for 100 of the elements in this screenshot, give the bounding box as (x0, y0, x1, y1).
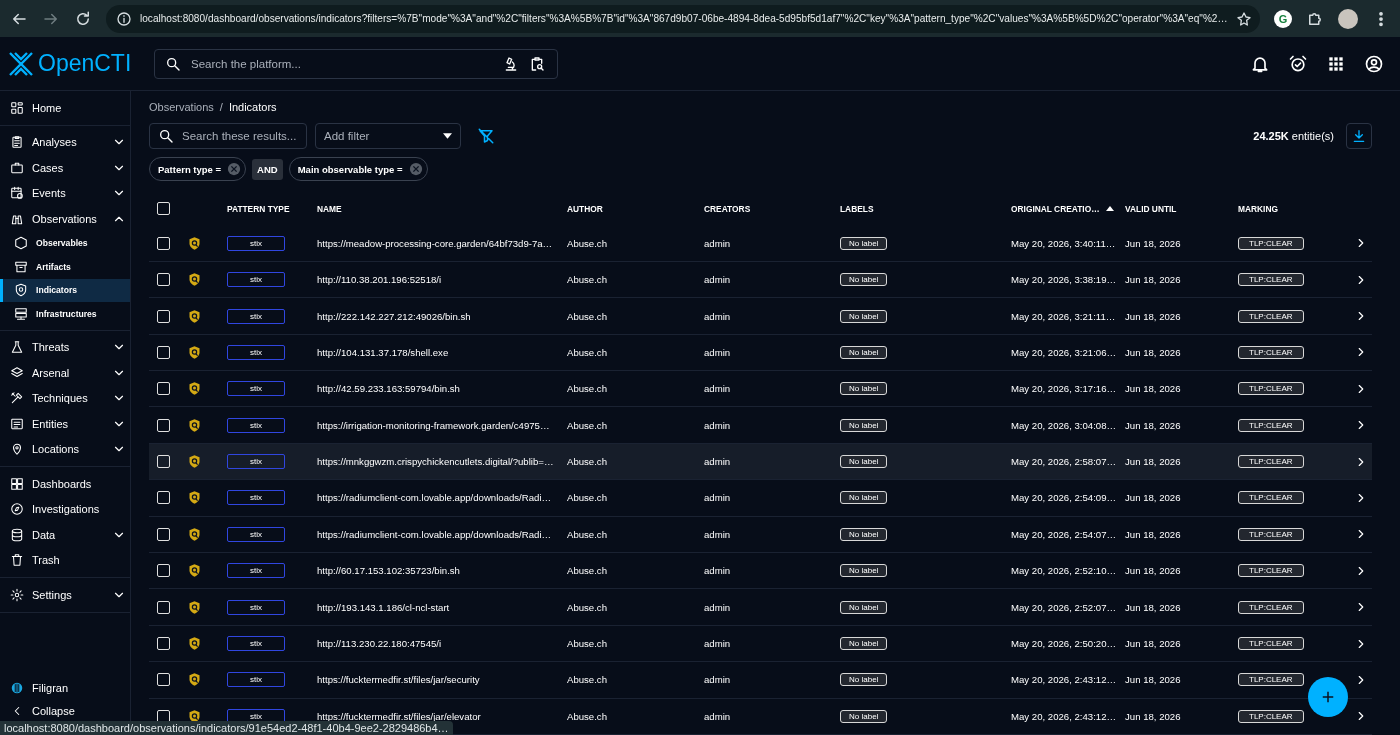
table-cell-text: Jun 18, 2026 (1125, 237, 1182, 249)
logo-icon[interactable] (8, 50, 34, 77)
row-checkbox[interactable] (157, 236, 170, 250)
shield-icon (187, 417, 202, 433)
sidebar-subitem[interactable]: Indicators (0, 278, 130, 302)
indicator-name: https://mnkggwzm.crispychickencutlets.digital/?ublib=… (317, 456, 555, 468)
search-field[interactable]: Search the platform... (154, 48, 558, 79)
sidebar-item[interactable]: Cases (0, 155, 130, 181)
app-logo[interactable]: OpenCTI (38, 50, 132, 77)
clipboard-search-icon[interactable] (529, 55, 545, 72)
row-checkbox[interactable] (157, 637, 170, 650)
sidebar-item[interactable]: Threats (0, 334, 130, 360)
star-icon[interactable] (1235, 10, 1252, 27)
row-checkbox[interactable] (157, 382, 170, 396)
select-all-checkbox[interactable] (157, 202, 170, 216)
label-badge: No label (840, 418, 888, 432)
avatar[interactable] (1338, 8, 1358, 29)
label-badge: No label (840, 600, 888, 614)
column-header[interactable]: CREATORS (704, 203, 840, 214)
sort-ascending-icon[interactable] (1105, 206, 1114, 212)
sidebar-item[interactable]: Arsenal (0, 360, 130, 386)
download-button[interactable] (1346, 122, 1372, 149)
breadcrumb-link[interactable]: Indicators (228, 100, 277, 113)
column-header[interactable]: MARKING (1238, 203, 1350, 214)
column-header[interactable]: AUTHOR (567, 203, 704, 214)
marking-badge: TLP:CLEAR (1238, 345, 1304, 359)
table-cell-text: admin (704, 346, 732, 358)
sidebar-item[interactable]: Locations (0, 436, 130, 462)
table-row[interactable]: stix http://113.230.22.180:47545/i Abuse.ch admin No label May 20, 2026, 2:50:20… Jun 18, 2026 TLP:CLEAR (149, 625, 1372, 663)
row-checkbox[interactable] (157, 309, 170, 323)
sidebar-item[interactable]: Entities (0, 411, 130, 437)
table-row[interactable]: stix http://222.142.227.212:49026/bin.sh Abuse.ch admin No label May 20, 2026, 3:21:11… Jun 18, 2026 TLP:CLEAR (149, 298, 1372, 335)
column-header[interactable]: PATTERN TYPE (227, 203, 317, 214)
row-checkbox[interactable] (157, 600, 170, 614)
clear-filters-icon[interactable] (477, 126, 495, 145)
pattern-type-badge: stix (227, 599, 285, 615)
sidebar-item[interactable]: Trash (0, 547, 130, 573)
column-header[interactable]: LABELS (840, 203, 1011, 214)
row-checkbox[interactable] (157, 564, 170, 578)
sidebar-item[interactable]: Settings (0, 582, 130, 608)
column-header[interactable]: ORIGINAL CREATIO… (1011, 203, 1125, 214)
address-bar[interactable]: localhost:8080/dashboard/observations/indicators?filters=%7B"mode"%3A"and"%2C"filters"%3A%5B%7B"id"%3A"867d9b07-06be-4894-8dea-5d95bf5d1af7"%2C"key"%3A"pattern_type"%2C"values"%3A%5B%5D%2C"operator"%3A"eq"%2… (106, 4, 1260, 33)
table-row[interactable]: stix http://193.143.1.186/cl-ncl-start Abuse.ch admin No label May 20, 2026, 2:52:07… Jun 18, 2026 TLP:CLEAR (149, 589, 1372, 626)
table-row[interactable]: stix http://104.131.37.178/shell.exe Abuse.ch admin No label May 20, 2026, 3:21:06… Jun 18, 2026 TLP:CLEAR (149, 334, 1372, 372)
table-cell-text: Abuse.ch (567, 274, 608, 286)
search-input[interactable]: Search these results... (182, 129, 298, 142)
marking-badge: TLP:CLEAR (1238, 673, 1304, 687)
table-row[interactable]: stix https://irrigation-monitoring-framework.garden/c4975… Abuse.ch admin No label May 20, 2026, 3:04:08… Jun 18, 2026 TLP:CLEAR (149, 407, 1372, 444)
search-field[interactable]: Search these results... (149, 122, 307, 149)
table-row[interactable]: stix http://42.59.233.163:59794/bin.sh Abuse.ch admin No label May 20, 2026, 3:17:16… Jun 18, 2026 TLP:CLEAR (149, 371, 1372, 408)
add-button[interactable] (1308, 677, 1348, 717)
shield-icon (187, 526, 202, 542)
remove-icon[interactable] (408, 162, 423, 177)
marking-badge: TLP:CLEAR (1238, 418, 1304, 432)
sidebar-item[interactable]: Data (0, 522, 130, 548)
microscope-icon[interactable] (503, 55, 519, 72)
table-cell-text: May 20, 2026, 3:21:11… (1011, 310, 1117, 322)
filter-operator[interactable]: AND (252, 158, 283, 180)
table-cell-text: May 20, 2026, 2:43:12… (1011, 710, 1118, 722)
row-checkbox[interactable] (157, 345, 170, 359)
sidebar-subitem[interactable]: Infrastructures (0, 302, 130, 326)
table-cell-text: May 20, 2026, 2:50:20… (1011, 638, 1118, 649)
sidebar-item[interactable]: Observations (0, 206, 130, 232)
sidebar-subitem[interactable]: Artifacts (0, 255, 130, 279)
marking-badge: TLP:CLEAR (1238, 455, 1304, 469)
filter-dropdown[interactable]: Add filter (315, 122, 461, 149)
sidebar-item[interactable]: Dashboards (0, 471, 130, 497)
column-header[interactable]: NAME (317, 203, 567, 214)
collapse-button[interactable]: Collapse (0, 703, 130, 719)
table-row[interactable]: stix http://110.38.201.196:52518/i Abuse.ch admin No label May 20, 2026, 3:38:19… Jun 18, 2026 TLP:CLEAR (149, 261, 1372, 299)
sidebar-item[interactable]: Home (0, 95, 130, 121)
reload-icon[interactable] (74, 9, 92, 28)
remove-icon[interactable] (227, 162, 242, 177)
breadcrumb-link[interactable]: Observations (149, 100, 214, 113)
sidebar-item[interactable]: Events (0, 180, 130, 206)
search-input[interactable]: Search the platform... (191, 57, 493, 70)
sidebar-item[interactable]: Analyses (0, 129, 130, 155)
column-header[interactable]: VALID UNTIL (1125, 203, 1238, 214)
row-checkbox[interactable] (157, 527, 170, 541)
table-row[interactable]: stix http://60.17.153.102:35723/bin.sh Abuse.ch admin No label May 20, 2026, 2:52:10… Jun 18, 2026 TLP:CLEAR (149, 553, 1372, 590)
row-checkbox[interactable] (157, 455, 170, 469)
row-checkbox[interactable] (157, 418, 170, 432)
row-checkbox[interactable] (157, 273, 170, 287)
table-row[interactable]: stix https://radiumclient-com.lovable.app/downloads/Radi… Abuse.ch admin No label May 20, 2026, 2:54:07… Jun 18, 2026 TLP:CLEAR (149, 516, 1372, 554)
hexagon-icon (14, 236, 28, 251)
account-icon[interactable] (1364, 53, 1384, 74)
link-url-tooltip: localhost:8080/dashboard/observations/indicators/91e54ed2-48f1-40b4-9ee2-2829486b4… (0, 721, 453, 735)
shield-icon (187, 490, 202, 506)
sidebar-item[interactable]: Investigations (0, 496, 130, 522)
row-checkbox[interactable] (157, 673, 170, 687)
table-row[interactable]: stix https://radiumclient-com.lovable.app/downloads/Radi… Abuse.ch admin No label May 20, 2026, 2:54:09… Jun 18, 2026 TLP:CLEAR (149, 480, 1372, 517)
table-row[interactable]: stix https://mnkggwzm.crispychickencutlets.digital/?ublib=… Abuse.ch admin No label May 20, 2026, 2:58:07… Jun 18, 2026 TLP:CLEAR (149, 443, 1372, 481)
filter-input[interactable]: Add filter (324, 129, 435, 142)
table-cell-text: admin (704, 419, 732, 431)
table-row[interactable]: stix https://meadow-processing-core.garden/64bf73d9-7a… Abuse.ch admin No label May 20, 2026, 3:40:11… Jun 18, 2026 TLP:CLEAR (149, 225, 1372, 262)
sidebar-item[interactable]: Techniques (0, 385, 130, 411)
alarm-clock-icon[interactable] (1288, 53, 1308, 74)
sidebar-subitem[interactable]: Observables (0, 231, 130, 255)
extension-icon[interactable]: G (1274, 9, 1292, 28)
row-checkbox[interactable] (157, 491, 170, 505)
